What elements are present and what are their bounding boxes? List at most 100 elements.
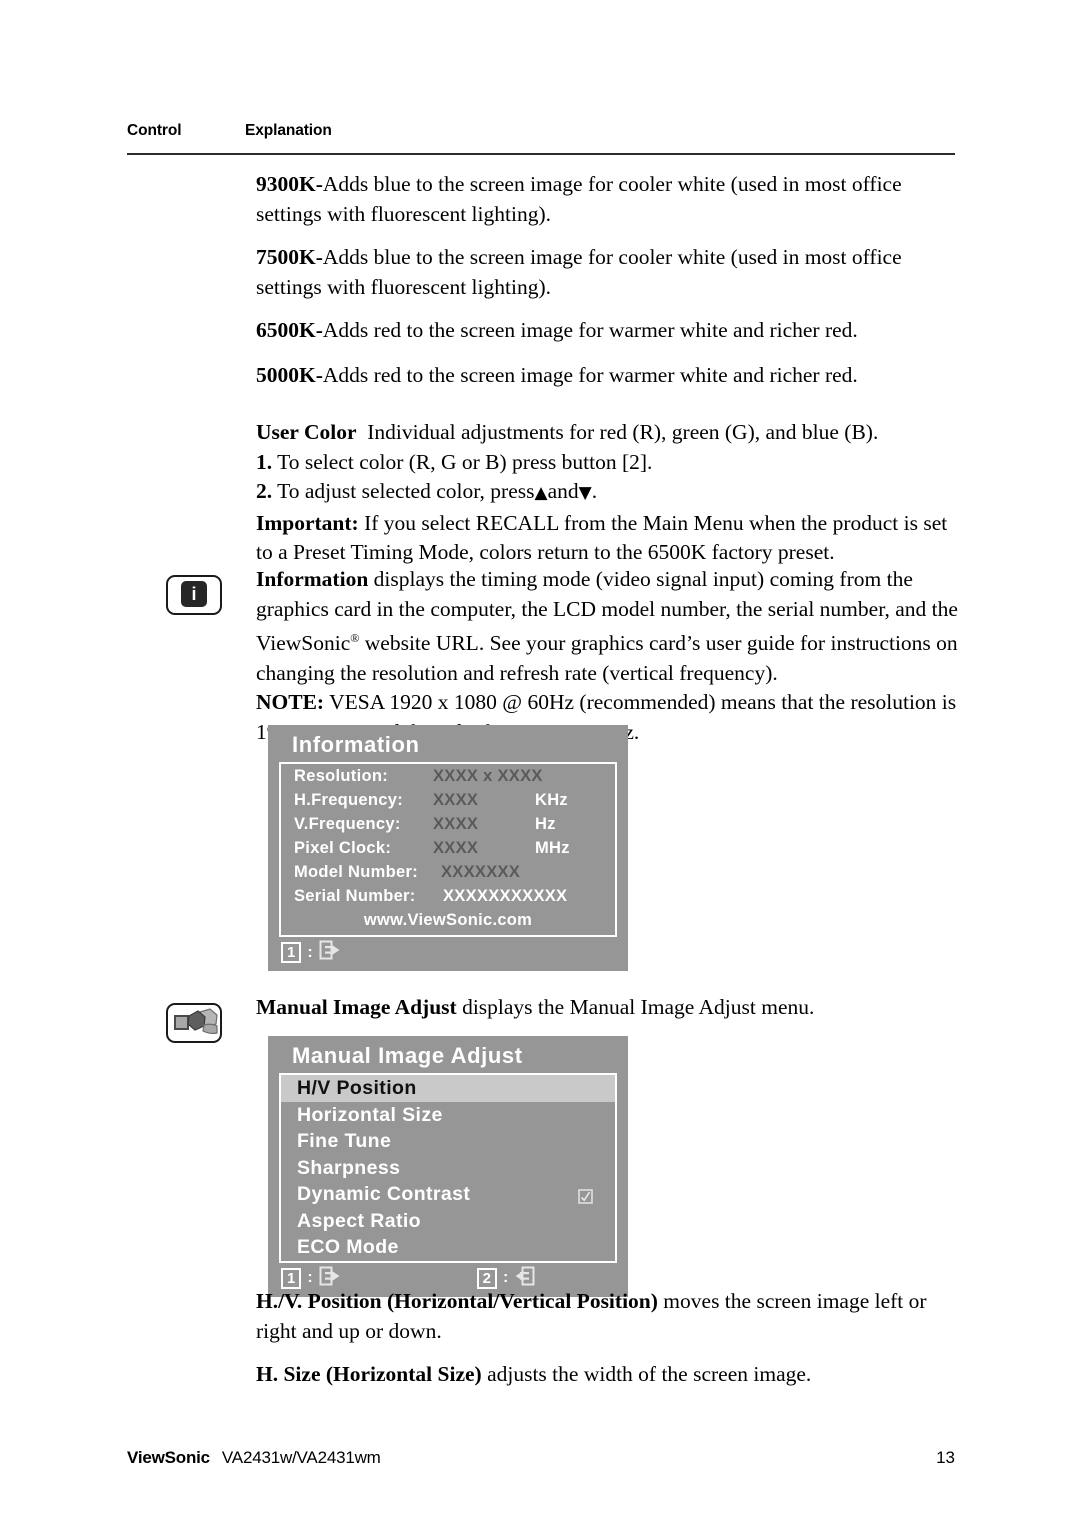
paragraph-h-size: H. Size (Horizontal Size) adjusts the wi… [256,1360,962,1390]
paragraph-7500k: 7500K-Adds blue to the screen image for … [256,243,956,302]
paragraph-9300k: 9300K-Adds blue to the screen image for … [256,170,956,229]
label-user-color: User Color [256,420,357,444]
information-icon: i [166,575,222,615]
info-letter: i [191,584,197,604]
label-5000k: 5000K- [256,363,323,387]
text-7500k: Adds blue to the screen image for cooler… [256,245,902,299]
osd-row-value: XXXX [433,790,479,809]
text-5000k: Adds red to the screen image for warmer … [322,363,858,387]
osd-row-value: XXXXXXXXXXX [443,886,568,905]
osd-manual-menu: H/V Position Horizontal Size Fine Tune S… [279,1073,617,1263]
footer-brand: ViewSonic [127,1448,210,1467]
osd-key-1: 1 [281,942,302,963]
osd-row-pixel-clock: Pixel Clock: XXXX MHz [281,836,615,860]
osd-row-unit: KHz [535,790,568,809]
footer-model: VA2431w/VA2431wm [221,1448,381,1467]
menu-item-label: Dynamic Contrast [297,1183,471,1205]
menu-item-horizontal-size[interactable]: Horizontal Size [281,1102,615,1129]
label-information: Information [256,567,369,591]
manual-image-adjust-icon [166,1003,222,1043]
osd-key-2: 2 [476,1267,498,1289]
paragraph-information: Information displays the timing mode (vi… [256,565,962,747]
text-information-b: website URL. See your graphics card’s us… [256,631,958,685]
osd-key-colon: : [503,1269,509,1286]
osd-row-value: XXXXXXX [441,862,521,881]
osd-manual-title: Manual Image Adjust [292,1043,523,1068]
label-7500k: 7500K- [256,245,323,269]
menu-item-label: ECO Mode [297,1236,399,1258]
user-color-step2-text-a: To adjust selected color, press [277,479,535,503]
column-header-control: Control [127,122,182,139]
osd-key-1: 1 [281,1267,302,1289]
osd-row-unit: Hz [535,814,556,833]
user-color-step2-text-c: . [591,479,598,503]
text-6500k: Adds red to the screen image for warmer … [322,318,858,342]
text-h-size: adjusts the width of the screen image. [487,1362,812,1386]
osd-row-resolution: Resolution: XXXX x XXXX [281,764,615,788]
user-color-step1-number: 1. [256,449,273,474]
menu-item-label: Aspect Ratio [297,1209,421,1232]
paragraph-hv-position: H./V. Position (Horizontal/Vertical Posi… [256,1287,962,1346]
osd-information-body: Resolution: XXXX x XXXX H.Frequency: XXX… [279,762,617,937]
up-triangle-icon: ▲ [534,483,548,503]
text-user-color: Individual adjustments for red (R), gree… [367,420,879,444]
osd-row-label: Serial Number: [294,886,416,905]
menu-item-aspect-ratio[interactable]: Aspect Ratio [281,1208,615,1235]
menu-item-hv-position[interactable]: H/V Position [281,1075,615,1102]
down-triangle-icon: ▼ [578,483,592,503]
hand-holding-cube-icon [187,1008,218,1034]
osd-website-url: www.ViewSonic.com [363,911,533,929]
menu-item-sharpness[interactable]: Sharpness [281,1155,615,1182]
osd-row-v-frequency: V.Frequency: XXXX Hz [281,812,615,836]
text-9300k: Adds blue to the screen image for cooler… [256,172,902,226]
osd-row-label: Model Number: [294,862,418,881]
table-column-headers: Control Explanation [127,122,955,140]
osd-information-title: Information [292,732,420,757]
osd-row-serial-number: Serial Number: XXXXXXXXXXX [281,884,615,908]
user-color-step1-text: To select color (R, G or B) press button… [277,449,653,474]
user-color-step2-number: 2. [256,479,273,503]
osd-information-footer: 1 : [268,937,628,971]
osd-manual-image-adjust-panel: Manual Image Adjust H/V Position Horizon… [268,1036,628,1297]
menu-item-eco-mode[interactable]: ECO Mode [281,1234,615,1261]
text-important: If you select RECALL from the Main Menu … [256,510,948,565]
exit-icon [319,940,341,965]
paragraph-user-color: User Color Individual adjustments for re… [256,418,956,568]
manual-page: Control Explanation 9300K-Adds blue to th… [0,0,1080,1527]
text-manual-image-adjust: displays the Manual Image Adjust menu. [462,995,815,1019]
osd-row-value: XXXX [433,838,479,857]
label-hv-position: H./V. Position (Horizontal/Vertical Posi… [256,1289,658,1313]
paragraph-5000k: 5000K-Adds red to the screen image for w… [256,361,956,391]
osd-row-h-frequency: H.Frequency: XXXX KHz [281,788,615,812]
osd-row-label: H.Frequency: [294,790,404,809]
label-9300k: 9300K- [256,172,323,196]
menu-item-label: Horizontal Size [297,1103,443,1126]
header-divider [127,153,955,155]
osd-row-unit: MHz [535,838,570,857]
osd-row-model-number: Model Number: XXXXXXX [281,860,615,884]
label-important: Important: [256,510,359,535]
info-badge-icon: i [181,581,207,607]
osd-row-value: XXXX x XXXX [433,766,543,785]
menu-item-fine-tune[interactable]: Fine Tune [281,1128,615,1155]
osd-key-colon: : [307,1269,313,1286]
paragraph-manual-image-adjust: Manual Image Adjust displays the Manual … [256,993,962,1023]
menu-item-label: H/V Position [297,1077,417,1099]
osd-row-value: XXXX [433,814,479,833]
paragraph-6500k: 6500K-Adds red to the screen image for w… [256,316,956,346]
osd-row-label: Resolution: [294,766,389,785]
osd-information-panel: Information Resolution: XXXX x XXXX H.Fr… [268,725,628,971]
column-header-explanation: Explanation [245,122,332,139]
osd-row-label: V.Frequency: [294,814,401,833]
menu-item-label: Sharpness [297,1156,401,1179]
label-note: NOTE: [256,690,325,715]
user-color-step2-text-b: and [547,479,579,503]
label-6500k: 6500K- [256,318,323,342]
page-number: 13 [936,1448,955,1467]
page-footer: ViewSonic VA2431w/VA2431wm 13 [127,1448,955,1468]
osd-key-colon: : [307,943,313,961]
label-h-size: H. Size (Horizontal Size) [256,1362,482,1386]
menu-item-dynamic-contrast[interactable]: Dynamic Contrast [281,1181,615,1208]
label-manual-image-adjust: Manual Image Adjust [256,995,457,1019]
checkbox-checked-icon[interactable] [578,1186,593,1204]
